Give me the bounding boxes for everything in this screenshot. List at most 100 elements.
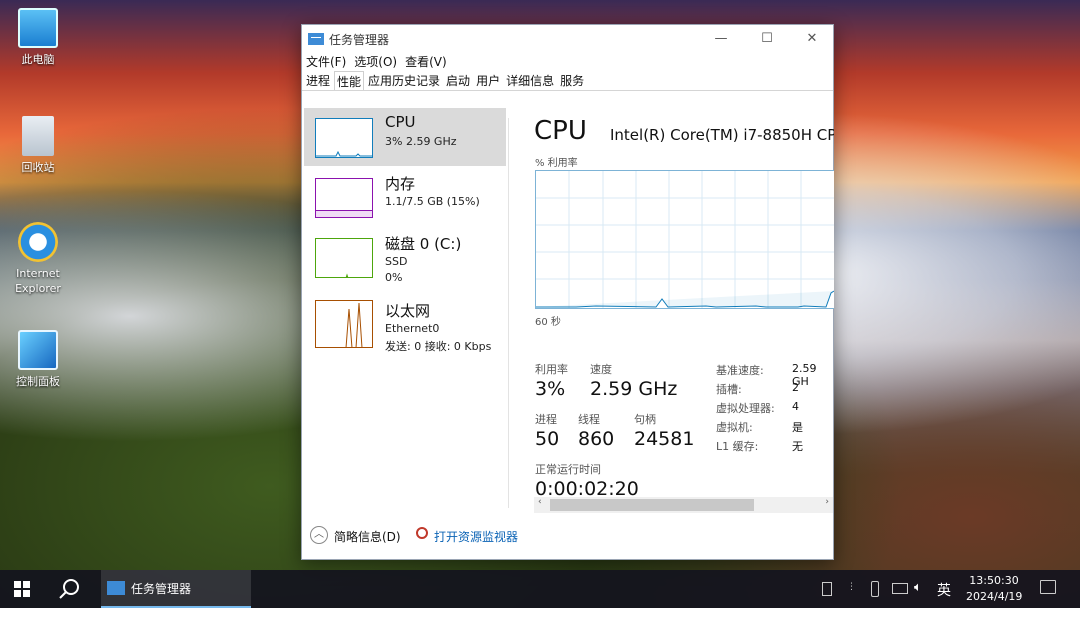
network-icon[interactable] bbox=[892, 583, 908, 594]
handles-label: 句柄 bbox=[634, 413, 656, 426]
desktop-icon-label: Internet Explorer bbox=[15, 267, 61, 295]
desktop-icon-recycle-bin[interactable]: 回收站 bbox=[8, 116, 68, 175]
maximize-button[interactable]: ☐ bbox=[744, 25, 790, 53]
clock-time: 13:50:30 bbox=[969, 574, 1019, 587]
internet-explorer-icon bbox=[18, 222, 58, 262]
kv-value: 无 bbox=[792, 440, 803, 453]
notification-icon[interactable] bbox=[1040, 580, 1056, 594]
cpu-model-name: Intel(R) Core(TM) i7-8850H CP bbox=[610, 126, 834, 144]
window-title: 任务管理器 bbox=[329, 32, 390, 47]
ethernet-mini-graph-line bbox=[345, 302, 363, 347]
menu-bar: 文件(F) 选项(O) 查看(V) bbox=[302, 53, 833, 71]
speed-value: 2.59 GHz bbox=[590, 378, 678, 400]
threads-value: 860 bbox=[578, 428, 615, 450]
windows-logo-icon bbox=[14, 581, 30, 597]
control-panel-icon bbox=[18, 330, 58, 370]
scrollbar-thumb[interactable] bbox=[550, 499, 754, 511]
resource-title: CPU bbox=[385, 113, 416, 131]
kv-value: 是 bbox=[792, 421, 803, 434]
task-manager-window: 任务管理器 — ☐ ✕ 文件(F) 选项(O) 查看(V) 进程 性能 应用历史… bbox=[301, 24, 834, 560]
utilization-label: 利用率 bbox=[535, 363, 568, 376]
resource-title: 以太网 bbox=[385, 302, 431, 320]
tray-note-icon[interactable] bbox=[822, 582, 832, 596]
tray-input-icon[interactable]: ⋮ bbox=[847, 582, 857, 596]
cpu-usage-graph bbox=[535, 170, 834, 309]
resource-title: 磁盘 0 (C:) bbox=[385, 235, 462, 253]
search-icon bbox=[59, 579, 79, 599]
kv-label: 基准速度: bbox=[716, 364, 764, 377]
handles-value: 24581 bbox=[634, 428, 695, 450]
memory-mini-graph bbox=[315, 178, 373, 218]
cpu-mini-graph-line bbox=[316, 150, 372, 157]
disk-mini-graph-line bbox=[345, 273, 349, 277]
desktop-icon-control-panel[interactable]: 控制面板 bbox=[8, 330, 68, 389]
resource-sub: Ethernet0 bbox=[385, 322, 440, 335]
tab-app-history[interactable]: 应用历史记录 bbox=[366, 71, 442, 90]
resource-item-cpu[interactable]: CPU 3% 2.59 GHz bbox=[304, 108, 506, 166]
resource-sub2: 0% bbox=[385, 271, 403, 284]
tab-startup[interactable]: 启动 bbox=[444, 71, 472, 90]
detail-title: CPU bbox=[534, 116, 587, 146]
desktop-icon-ie[interactable]: Internet Explorer bbox=[8, 222, 68, 296]
task-manager-icon bbox=[308, 33, 324, 45]
scroll-left-icon[interactable]: ‹ bbox=[538, 497, 542, 507]
usb-icon[interactable] bbox=[871, 581, 879, 597]
task-manager-icon bbox=[107, 581, 125, 595]
clock[interactable]: 13:50:30 2024/4/19 bbox=[966, 573, 1022, 611]
speed-label: 速度 bbox=[590, 363, 612, 376]
recycle-bin-icon bbox=[22, 116, 54, 156]
menu-options[interactable]: 选项(O) bbox=[354, 53, 397, 71]
resource-item-disk[interactable]: 磁盘 0 (C:) SSD 0% bbox=[304, 228, 506, 286]
kv-label: L1 缓存: bbox=[716, 440, 759, 453]
ime-indicator[interactable]: 英 bbox=[937, 580, 951, 618]
close-button[interactable]: ✕ bbox=[789, 25, 835, 53]
cpu-mini-graph bbox=[315, 118, 373, 158]
threads-label: 线程 bbox=[578, 413, 600, 426]
taskbar: 任务管理器 ⋮ 🔈︎ 英 13:50:30 2024/4/19 bbox=[0, 570, 1080, 608]
horizontal-scrollbar[interactable]: ‹ › bbox=[534, 497, 833, 513]
desktop-icon-this-pc[interactable]: 此电脑 bbox=[8, 8, 68, 67]
kv-label: 虚拟处理器: bbox=[716, 402, 775, 415]
taskbar-item-task-manager[interactable]: 任务管理器 bbox=[101, 570, 251, 608]
cpu-detail-panel: CPU Intel(R) Core(TM) i7-8850H CP % 利用率 … bbox=[534, 108, 834, 528]
footer-bar: ︿ 简略信息(D) 打开资源监视器 bbox=[302, 523, 833, 551]
resource-monitor-icon bbox=[416, 527, 428, 539]
scroll-right-icon[interactable]: › bbox=[825, 497, 829, 507]
menu-view[interactable]: 查看(V) bbox=[405, 53, 447, 71]
chevron-up-icon[interactable]: ︿ bbox=[310, 526, 328, 544]
ethernet-mini-graph bbox=[315, 300, 373, 348]
menu-file[interactable]: 文件(F) bbox=[306, 53, 346, 71]
resource-title: 内存 bbox=[385, 175, 416, 193]
tab-services[interactable]: 服务 bbox=[558, 71, 586, 90]
disk-mini-graph bbox=[315, 238, 373, 278]
open-resource-monitor-link[interactable]: 打开资源监视器 bbox=[434, 528, 518, 545]
resource-sub2: 发送: 0 接收: 0 Kbps bbox=[385, 340, 492, 353]
cpu-usage-graph-svg bbox=[536, 171, 834, 308]
start-button[interactable] bbox=[14, 570, 34, 608]
desktop-icon-label: 控制面板 bbox=[16, 375, 60, 388]
volume-icon[interactable]: 🔈︎ bbox=[914, 580, 922, 618]
search-button[interactable] bbox=[58, 570, 84, 608]
tab-bar: 进程 性能 应用历史记录 启动 用户 详细信息 服务 bbox=[302, 71, 833, 91]
resource-sub: SSD bbox=[385, 255, 408, 268]
graph-label-60s: 60 秒 bbox=[535, 317, 561, 328]
resource-sub: 3% 2.59 GHz bbox=[385, 135, 457, 148]
taskbar-app-label: 任务管理器 bbox=[131, 581, 192, 596]
processes-label: 进程 bbox=[535, 413, 557, 426]
minimize-button[interactable]: — bbox=[698, 25, 744, 53]
resource-item-memory[interactable]: 内存 1.1/7.5 GB (15%) bbox=[304, 168, 506, 226]
desktop-icon-label: 此电脑 bbox=[21, 53, 55, 66]
tab-performance[interactable]: 性能 bbox=[334, 71, 365, 90]
tab-processes[interactable]: 进程 bbox=[304, 71, 332, 90]
fewer-details-button[interactable]: 简略信息(D) bbox=[334, 528, 401, 545]
resource-list: CPU 3% 2.59 GHz 内存 1.1/7.5 GB (15%) 磁盘 0… bbox=[304, 108, 508, 518]
utilization-value: 3% bbox=[535, 378, 566, 400]
processes-value: 50 bbox=[535, 428, 560, 450]
graph-label-utilization: % 利用率 bbox=[535, 158, 578, 169]
desktop-icon-label: 回收站 bbox=[21, 161, 55, 174]
clock-date: 2024/4/19 bbox=[966, 590, 1023, 603]
resource-item-ethernet[interactable]: 以太网 Ethernet0 发送: 0 接收: 0 Kbps bbox=[304, 295, 506, 353]
resource-sub: 1.1/7.5 GB (15%) bbox=[385, 195, 480, 208]
tab-users[interactable]: 用户 bbox=[474, 71, 502, 90]
tab-details[interactable]: 详细信息 bbox=[504, 71, 556, 90]
